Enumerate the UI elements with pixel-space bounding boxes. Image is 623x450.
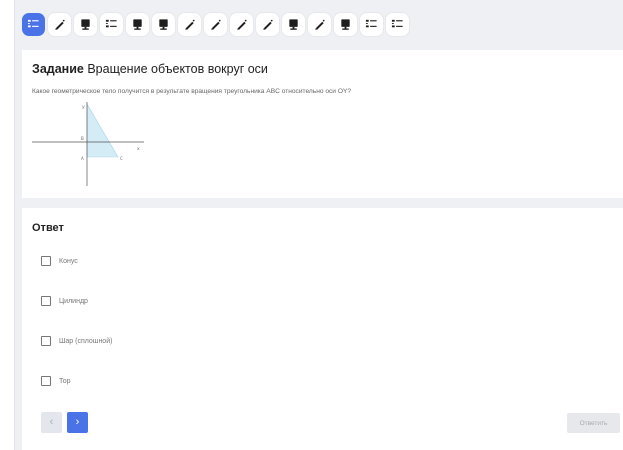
task-title: Задание Вращение объектов вокруг оси [32, 62, 268, 76]
option-label: Тор [59, 377, 71, 385]
x-axis-label: x [137, 147, 140, 152]
task-label: Задание [32, 62, 84, 76]
option-cylinder[interactable]: Цилиндр [41, 295, 88, 307]
toolbar-tool-3[interactable] [74, 12, 97, 36]
monitor-icon [339, 18, 352, 31]
option-label: Шар (сплошной) [59, 337, 113, 345]
toolbar-tool-5[interactable] [126, 12, 149, 36]
toolbar-tool-4[interactable] [100, 12, 123, 36]
task-name: Вращение объектов вокруг оси [87, 62, 268, 76]
checklist-icon [365, 18, 378, 31]
answer-title: Ответ [32, 222, 64, 234]
pen-icon [235, 18, 248, 31]
pen-icon [183, 18, 196, 31]
pen-icon [261, 18, 274, 31]
point-c-label: C [120, 156, 123, 161]
checklist-icon [391, 18, 404, 31]
point-a-label: A [81, 156, 84, 161]
option-label: Конус [59, 257, 78, 265]
toolbar-tool-14[interactable] [360, 12, 383, 36]
pen-icon [53, 18, 66, 31]
toolbar-tool-12[interactable] [308, 12, 331, 36]
option-checkbox[interactable] [41, 336, 51, 346]
toolbar-tool-10[interactable] [256, 12, 279, 36]
y-axis-label: y [82, 105, 85, 110]
toolbar-tool-2[interactable] [48, 12, 71, 36]
monitor-icon [131, 18, 144, 31]
option-sphere[interactable]: Шар (сплошной) [41, 335, 112, 347]
task-toolbar [22, 12, 409, 36]
toolbar-tool-7[interactable] [178, 12, 201, 36]
next-button[interactable]: › [67, 412, 88, 433]
option-checkbox[interactable] [41, 296, 51, 306]
pen-icon [209, 18, 222, 31]
monitor-icon [157, 18, 170, 31]
triangle-figure: y x B A C [32, 102, 144, 186]
point-b-label: B [81, 136, 84, 141]
prev-button[interactable]: ‹ [41, 412, 62, 433]
toolbar-tool-9[interactable] [230, 12, 253, 36]
checklist-icon [105, 18, 118, 31]
triangle-shape [86, 102, 119, 158]
toolbar-tool-13[interactable] [334, 12, 357, 36]
option-torus[interactable]: Тор [41, 375, 71, 387]
option-cone[interactable]: Конус [41, 255, 78, 267]
task-card: Задание Вращение объектов вокруг оси Как… [22, 50, 623, 198]
option-label: Цилиндр [59, 297, 88, 305]
monitor-icon [79, 18, 92, 31]
option-checkbox[interactable] [41, 256, 51, 266]
pen-icon [313, 18, 326, 31]
monitor-icon [287, 18, 300, 31]
task-question: Какое геометрическое тело получится в ре… [32, 88, 352, 95]
toolbar-tool-8[interactable] [204, 12, 227, 36]
toolbar-tool-11[interactable] [282, 12, 305, 36]
submit-button[interactable]: Ответить [567, 413, 620, 433]
checklist-icon [27, 18, 40, 31]
toolbar-tool-6[interactable] [152, 12, 175, 36]
toolbar-tool-15[interactable] [386, 12, 409, 36]
answer-card: Ответ Конус Цилиндр Шар (сплошной) Тор ‹… [22, 208, 623, 450]
toolbar-tool-1[interactable] [22, 12, 45, 36]
option-checkbox[interactable] [41, 376, 51, 386]
